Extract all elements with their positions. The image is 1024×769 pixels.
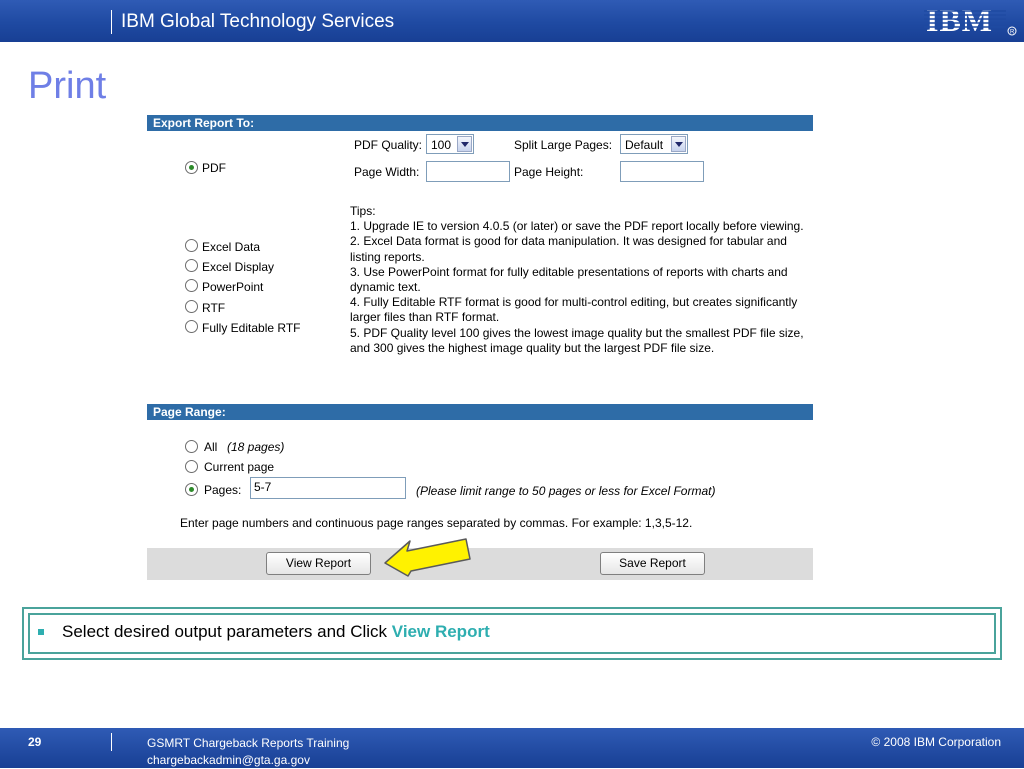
copyright: © 2008 IBM Corporation <box>871 735 1001 749</box>
button-bar <box>147 548 813 580</box>
radio-all-pages[interactable] <box>185 440 198 453</box>
page-width-label: Page Width: <box>354 165 420 179</box>
tip-3: 3. Use PowerPoint format for fully edita… <box>350 264 788 295</box>
page-height-label: Page Height: <box>514 165 584 179</box>
pdf-quality-value: 100 <box>431 138 452 152</box>
tips-text: Tips: 1. Upgrade IE to version 4.0.5 (or… <box>350 204 820 356</box>
instruction-body: Select desired output parameters and Cli… <box>62 622 392 641</box>
split-pages-value: Default <box>625 138 664 152</box>
bullet-icon <box>38 629 44 635</box>
radio-excel-display-label[interactable]: Excel Display <box>202 260 274 274</box>
radio-rtf[interactable] <box>185 300 198 313</box>
radio-excel-display[interactable] <box>185 259 198 272</box>
radio-pages[interactable] <box>185 483 198 496</box>
save-report-button[interactable]: Save Report <box>600 552 705 575</box>
footer-course: GSMRT Chargeback Reports Training charge… <box>147 735 349 769</box>
svg-text:R: R <box>1010 30 1015 36</box>
radio-fully-editable-rtf-label[interactable]: Fully Editable RTF <box>202 321 300 335</box>
pages-range-note: (Please limit range to 50 pages or less … <box>416 484 716 498</box>
export-section-header: Export Report To: <box>147 115 813 131</box>
tip-1: 1. Upgrade IE to version 4.0.5 (or later… <box>350 219 804 234</box>
radio-fully-editable-rtf[interactable] <box>185 320 198 333</box>
radio-rtf-label[interactable]: RTF <box>202 301 225 315</box>
radio-excel-data[interactable] <box>185 239 198 252</box>
page-width-input[interactable] <box>426 161 510 182</box>
radio-pdf-label[interactable]: PDF <box>202 161 226 175</box>
svg-text:IBM: IBM <box>926 4 993 38</box>
footer-divider <box>111 733 112 751</box>
course-email: chargebackadmin@gta.ga.gov <box>147 753 310 767</box>
split-pages-select[interactable]: Default <box>620 134 688 154</box>
pdf-quality-select[interactable]: 100 <box>426 134 474 154</box>
split-pages-label: Split Large Pages: <box>514 138 613 152</box>
tips-heading: Tips: <box>350 204 376 218</box>
view-report-button[interactable]: View Report <box>266 552 371 575</box>
header-title: IBM Global Technology Services <box>121 11 395 32</box>
slide-number: 29 <box>28 735 42 749</box>
pdf-quality-label: PDF Quality: <box>354 138 423 152</box>
page-height-input[interactable] <box>620 161 704 182</box>
pages-range-input[interactable]: 5-7 <box>250 477 406 499</box>
page-count: (18 pages) <box>227 440 285 454</box>
radio-powerpoint-label[interactable]: PowerPoint <box>202 280 263 294</box>
pointer-arrow-icon <box>384 538 471 577</box>
radio-current-page[interactable] <box>185 460 198 473</box>
chevron-down-icon[interactable] <box>457 136 472 152</box>
radio-current-page-label[interactable]: Current page <box>204 460 274 474</box>
instruction-accent: View Report <box>391 622 490 641</box>
course-title: GSMRT Chargeback Reports Training <box>147 736 350 750</box>
tip-5: 5. PDF Quality level 100 gives the lowes… <box>350 325 804 355</box>
instruction-text: Select desired output parameters and Cli… <box>62 622 490 642</box>
chevron-down-icon[interactable] <box>671 136 686 152</box>
page-range-section-header: Page Range: <box>147 404 813 420</box>
radio-pdf[interactable] <box>185 161 198 174</box>
radio-excel-data-label[interactable]: Excel Data <box>202 240 260 254</box>
tip-4: 4. Fully Editable RTF format is good for… <box>350 295 798 325</box>
radio-powerpoint[interactable] <box>185 279 198 292</box>
tip-2: 2. Excel Data format is good for data ma… <box>350 234 787 264</box>
page-range-help: Enter page numbers and continuous page r… <box>180 516 693 530</box>
header-divider <box>111 10 112 34</box>
ibm-logo: IBM R <box>924 4 1017 38</box>
radio-pages-label[interactable]: Pages: <box>204 483 241 497</box>
radio-all-pages-label[interactable]: All <box>204 440 217 454</box>
page-title: Print <box>28 65 107 107</box>
